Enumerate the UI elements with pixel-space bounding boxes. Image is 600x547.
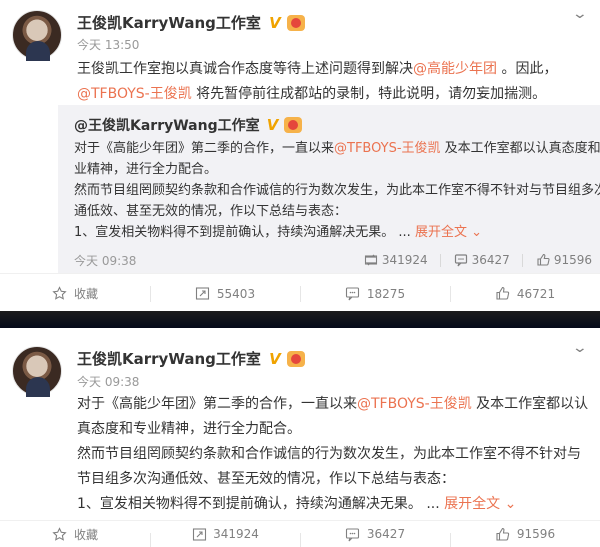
chevron-down-icon[interactable]: ⌄	[467, 225, 482, 240]
mention-link[interactable]: @TFBOYS-王俊凯	[77, 86, 192, 102]
text-segment: 通低效、甚至无效的情况，作以下总结与表态：	[74, 204, 348, 219]
author-row: 王俊凯KarryWang工作室 V	[77, 348, 305, 369]
repost-button[interactable]: 55403	[150, 274, 300, 313]
text-segment: 1、宣发相关物料得不到提前确认，持续沟通解决无果。 ...	[74, 225, 415, 240]
comment-count: 36427	[471, 253, 510, 267]
post-separator	[0, 311, 600, 328]
mention-link[interactable]: @高能少年团	[413, 61, 497, 77]
action-bar: 收藏 55403 18275 46721	[0, 273, 600, 313]
comment-count: 18275	[366, 286, 406, 301]
star-icon	[52, 526, 68, 542]
avatar[interactable]	[12, 10, 62, 61]
repost-count: 341924	[381, 253, 428, 267]
text-segment: 对于《高能少年团》第二季的合作，一直以来	[77, 396, 357, 412]
text-line: 节目组多次沟通低效、甚至无效的情况，作以下总结与表态：	[77, 467, 597, 492]
repost-button[interactable]: 341924	[150, 521, 300, 547]
like-count: 91596	[516, 527, 556, 541]
repost-count: 341924	[213, 527, 259, 541]
comment-button[interactable]: 18275	[300, 274, 450, 313]
quote-author-name[interactable]: @王俊凯KarryWang工作室	[74, 115, 260, 135]
author-name[interactable]: 王俊凯KarryWang工作室	[77, 348, 261, 369]
text-line: 王俊凯工作室抱以真诚合作态度等待上述问题得到解决@高能少年团 。因此，	[77, 57, 577, 82]
quote-time[interactable]: 今天 09:38	[74, 252, 351, 269]
text-segment: 王俊凯工作室抱以真诚合作态度等待上述问题得到解决	[77, 61, 413, 77]
star-icon	[52, 286, 68, 302]
like-count: 91596	[553, 253, 592, 267]
text-segment: 及本工作室都以认	[471, 396, 589, 412]
text-line: 真态度和专业精神，进行全力配合。	[77, 417, 597, 442]
text-line: 对于《高能少年团》第二季的合作，一直以来@TFBOYS-王俊凯 及本工作室都以认…	[74, 138, 600, 159]
comment-icon	[345, 286, 361, 302]
verified-icon: V	[269, 349, 281, 368]
text-line: 通低效、甚至无效的情况，作以下总结与表态：	[74, 201, 594, 222]
avatar[interactable]	[12, 346, 62, 397]
medal-icon	[283, 117, 302, 133]
favorite-button[interactable]: 收藏	[0, 274, 150, 313]
repost-icon	[195, 286, 211, 302]
verified-icon: V	[266, 116, 279, 134]
comment-icon	[345, 526, 361, 542]
like-icon	[535, 252, 551, 268]
favorite-button[interactable]: 收藏	[0, 521, 150, 547]
text-segment: 。因此，	[497, 61, 558, 77]
action-bar: 收藏 341924 36427 91596	[0, 520, 600, 547]
text-line: 1、宣发相关物料得不到提前确认，持续沟通解决无果。 ... 展开全文 ⌄	[74, 222, 594, 243]
chevron-down-icon[interactable]: ⌄	[572, 340, 588, 356]
author-row: 王俊凯KarryWang工作室 V	[77, 12, 305, 33]
text-line: 1、宣发相关物料得不到提前确认，持续沟通解决无果。 ... 展开全文 ⌄	[77, 492, 597, 517]
like-button[interactable]: 46721	[450, 274, 600, 313]
like-button[interactable]: 91596	[450, 521, 600, 547]
verified-icon: V	[269, 13, 281, 32]
quote-comment-stat[interactable]: 36427	[453, 252, 510, 268]
comment-count: 36427	[366, 527, 406, 541]
quote-text: 对于《高能少年团》第二季的合作，一直以来@TFBOYS-王俊凯 及本工作室都以认…	[74, 138, 600, 243]
post-text: 王俊凯工作室抱以真诚合作态度等待上述问题得到解决@高能少年团 。因此， @TFB…	[77, 57, 577, 107]
text-segment: 然而节目组罔顾契约条款和合作诚信的行为数次发生，为此本工作室不得不针对与节目组多…	[74, 183, 600, 198]
text-line: 业精神，进行全力配合。	[74, 159, 594, 180]
comment-icon	[453, 252, 469, 268]
text-segment: 业精神，进行全力配合。	[74, 162, 218, 177]
weibo-post-2: 王俊凯KarryWang工作室 V 今天 09:38 ⌄ 对于《高能少年团》第二…	[0, 328, 600, 547]
like-icon	[495, 526, 511, 542]
like-icon	[495, 286, 511, 302]
author-name[interactable]: 王俊凯KarryWang工作室	[77, 12, 261, 33]
post-text: 对于《高能少年团》第二季的合作，一直以来@TFBOYS-王俊凯 及本工作室都以认…	[77, 392, 597, 517]
favorite-label: 收藏	[73, 287, 98, 301]
quote-meta: 今天 09:38 341924 36427 91596	[74, 250, 592, 270]
text-segment: 节目组多次沟通低效、甚至无效的情况，作以下总结与表态：	[77, 471, 455, 487]
quote-author-row: @王俊凯KarryWang工作室 V	[74, 115, 302, 135]
divider	[439, 253, 441, 267]
mention-link[interactable]: @TFBOYS-王俊凯	[334, 141, 441, 156]
text-segment: 对于《高能少年团》第二季的合作，一直以来	[74, 141, 335, 156]
expand-full-text-link[interactable]: 展开全文	[444, 496, 500, 512]
weibo-post-1: 王俊凯KarryWang工作室 V 今天 13:50 ⌄ 王俊凯工作室抱以真诚合…	[0, 0, 600, 311]
repost-icon	[363, 252, 379, 268]
text-line: 然而节目组罔顾契约条款和合作诚信的行为数次发生，为此本工作室不得不针对与	[77, 442, 597, 467]
like-count: 46721	[516, 286, 556, 301]
text-segment: 真态度和专业精神，进行全力配合。	[77, 421, 301, 437]
chevron-down-icon[interactable]: ⌄	[572, 6, 588, 22]
medal-icon	[286, 14, 305, 31]
quote-repost-stat[interactable]: 341924	[363, 252, 428, 268]
repost-icon	[191, 526, 207, 542]
comment-button[interactable]: 36427	[300, 521, 450, 547]
text-segment: 将先暂停前往成都站的录制，特此说明，请勿妄加揣测。	[191, 86, 547, 102]
post-time[interactable]: 今天 09:38	[77, 373, 139, 390]
reposted-quote[interactable]: @王俊凯KarryWang工作室 V 对于《高能少年团》第二季的合作，一直以来@…	[58, 105, 600, 273]
expand-full-text-link[interactable]: 展开全文	[415, 225, 467, 240]
text-segment: 及本工作室都以认真态度和专	[440, 141, 600, 156]
text-segment: 然而节目组罔顾契约条款和合作诚信的行为数次发生，为此本工作室不得不针对与	[77, 446, 581, 462]
text-line: 然而节目组罔顾契约条款和合作诚信的行为数次发生，为此本工作室不得不针对与节目组多…	[74, 180, 600, 201]
favorite-label: 收藏	[73, 527, 98, 542]
mention-link[interactable]: @TFBOYS-王俊凯	[357, 396, 472, 412]
medal-icon	[286, 350, 305, 367]
chevron-down-icon[interactable]: ⌄	[500, 496, 517, 512]
quote-like-stat[interactable]: 91596	[535, 252, 592, 268]
text-line: @TFBOYS-王俊凯 将先暂停前往成都站的录制，特此说明，请勿妄加揣测。	[77, 82, 577, 107]
repost-count: 55403	[216, 286, 256, 301]
post-time[interactable]: 今天 13:50	[77, 36, 139, 53]
text-segment: 1、宣发相关物料得不到提前确认，持续沟通解决无果。 ...	[77, 496, 445, 512]
text-line: 对于《高能少年团》第二季的合作，一直以来@TFBOYS-王俊凯 及本工作室都以认	[77, 392, 597, 417]
divider	[521, 253, 523, 267]
